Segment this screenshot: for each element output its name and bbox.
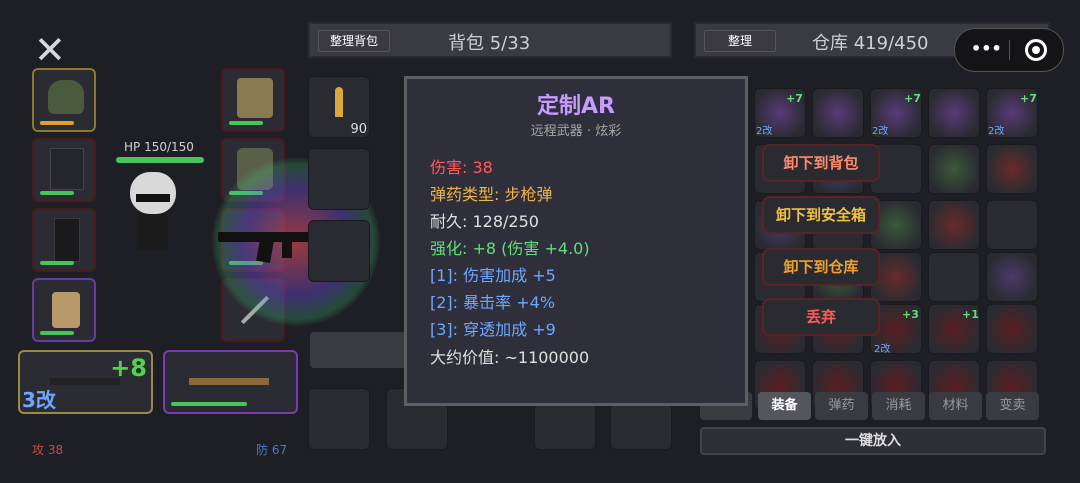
armor-slot[interactable]	[221, 68, 285, 132]
character-avatar	[128, 172, 178, 258]
helmet-icon	[48, 80, 84, 114]
pants-icon	[54, 218, 80, 262]
badge: +1	[962, 308, 979, 321]
pants-slot[interactable]	[32, 208, 96, 272]
ammo-type-line: 弹药类型: 步枪弹	[430, 185, 553, 204]
badge: 2改	[872, 126, 889, 137]
unequip-to-warehouse-button[interactable]: 卸下到仓库	[762, 248, 880, 286]
backpack-cell[interactable]	[308, 148, 370, 210]
durability-line: 耐久: 128/250	[430, 212, 539, 231]
mod-line-2: [2]: 暴击率 +4%	[430, 293, 556, 312]
rifle-icon	[189, 378, 269, 385]
warehouse-cell[interactable]	[986, 200, 1038, 250]
secondary-weapon-slot[interactable]	[163, 350, 298, 414]
damage-line: 伤害: 38	[430, 158, 493, 177]
backpack-cell-ammo[interactable]: 90	[308, 76, 370, 138]
badge: 2改	[874, 344, 891, 355]
boots-icon	[52, 292, 80, 328]
tab-sell[interactable]: 变卖	[986, 392, 1039, 420]
warehouse-cell[interactable]	[928, 252, 980, 302]
discard-button[interactable]: 丢弃	[762, 298, 880, 336]
tab-consumables[interactable]: 消耗	[872, 392, 925, 420]
miniapp-capsule: •••	[954, 28, 1064, 72]
item-name: 定制AR	[537, 94, 615, 119]
backpack-cell[interactable]	[308, 220, 370, 282]
badge: +7	[1020, 92, 1037, 105]
warehouse-cell[interactable]	[986, 304, 1038, 354]
mods-badge: 3改	[22, 388, 56, 412]
bullet-icon	[335, 87, 343, 117]
helmet-slot[interactable]	[32, 68, 96, 132]
mod-line-3: [3]: 穿透加成 +9	[430, 320, 556, 339]
backpack-header: 整理背包 背包 5/33	[308, 22, 672, 58]
backpack-title: 背包 5/33	[448, 33, 531, 54]
attack-stat: 攻 38	[32, 443, 64, 457]
warehouse-cell[interactable]	[986, 144, 1038, 194]
close-icon[interactable]: ✕	[34, 28, 66, 72]
tab-equipment[interactable]: 装备	[758, 392, 811, 420]
value-line: 大约价值: ~1100000	[430, 348, 590, 367]
badge: +3	[902, 308, 919, 321]
put-all-button[interactable]: 一键放入	[700, 427, 1046, 455]
hp-text: HP 150/150	[124, 140, 194, 154]
unequip-to-backpack-button[interactable]: 卸下到背包	[762, 144, 880, 182]
defense-stat: 防 67	[256, 443, 288, 457]
sort-warehouse-button[interactable]: 整理	[704, 30, 776, 52]
sort-backpack-button[interactable]: 整理背包	[318, 30, 390, 52]
tab-materials[interactable]: 材料	[929, 392, 982, 420]
badge: 2改	[756, 126, 773, 137]
vest-icon	[50, 148, 84, 190]
badge: 2改	[988, 126, 1005, 137]
close-miniapp-icon[interactable]	[1025, 39, 1047, 61]
warehouse-cell[interactable]	[928, 88, 980, 138]
badge: +7	[904, 92, 921, 105]
badge: +7	[786, 92, 803, 105]
boots-slot[interactable]	[32, 278, 96, 342]
ammo-count: 90	[350, 122, 367, 137]
mod-line-1: [1]: 伤害加成 +5	[430, 266, 556, 285]
warehouse-cell[interactable]	[986, 252, 1038, 302]
item-subtitle: 远程武器 · 炫彩	[530, 124, 622, 139]
tab-ammo[interactable]: 弹药	[815, 392, 868, 420]
primary-weapon-slot[interactable]: +8 3改	[18, 350, 153, 414]
more-icon[interactable]: •••	[971, 39, 1002, 58]
warehouse-cell[interactable]	[928, 200, 980, 250]
backpack-cell[interactable]	[308, 388, 370, 450]
warehouse-title: 仓库 419/450	[812, 33, 929, 54]
enhance-line: 强化: +8 (伤害 +4.0)	[430, 239, 590, 258]
vest-slot[interactable]	[32, 138, 96, 202]
warehouse-cell[interactable]	[812, 88, 864, 138]
armor-icon	[237, 78, 273, 118]
backpack-action-bar[interactable]	[310, 332, 406, 368]
warehouse-cell[interactable]	[928, 144, 980, 194]
unequip-to-safebox-button[interactable]: 卸下到安全箱	[762, 196, 880, 234]
upgrade-badge: +8	[110, 354, 147, 382]
hp-bar	[116, 157, 204, 163]
